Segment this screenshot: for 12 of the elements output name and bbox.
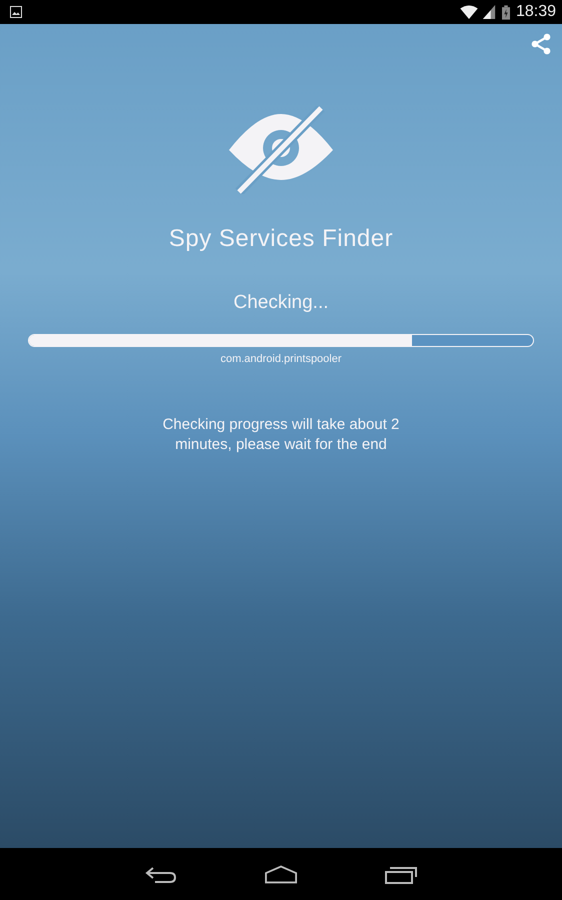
checking-status: Checking...	[233, 292, 329, 314]
home-icon[interactable]	[265, 864, 297, 884]
crossed-eye-icon	[227, 106, 335, 194]
app-title: Spy Services Finder	[168, 225, 394, 253]
current-package: com.android.printspooler	[220, 353, 342, 365]
battery-icon	[502, 4, 510, 20]
share-icon[interactable]	[529, 32, 553, 56]
image-notification-icon	[10, 6, 22, 18]
wifi-icon	[460, 5, 478, 19]
progress-note: Checking progress will take about 2 minutes, please wait for the end	[162, 415, 400, 455]
clock-time: 18:39	[516, 3, 556, 21]
recent-apps-icon[interactable]	[385, 864, 417, 884]
